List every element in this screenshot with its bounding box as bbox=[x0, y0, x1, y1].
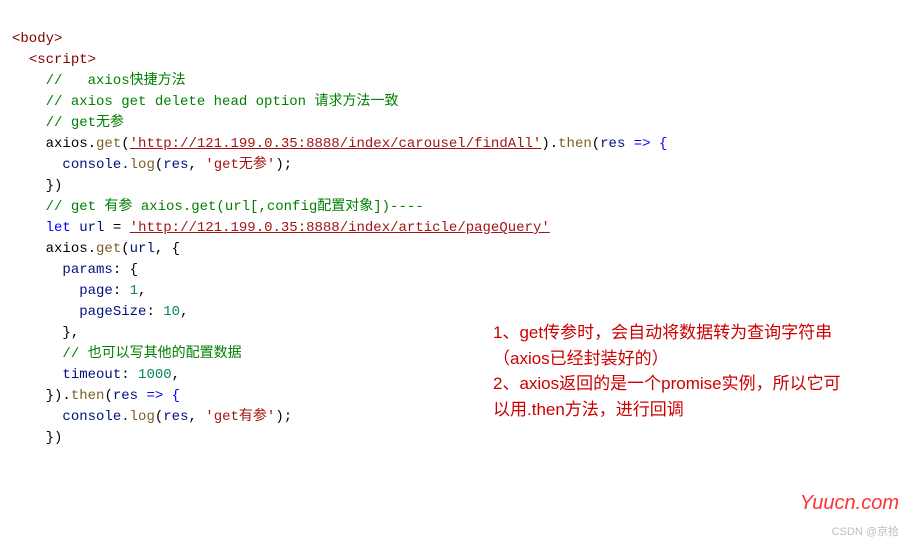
code-line: page: 1, bbox=[79, 283, 146, 299]
code-line: axios.get(url, { bbox=[46, 241, 180, 257]
annotation-line-1: 1、get传参时，会自动将数据转为查询字符串（axios已经封装好的） bbox=[493, 320, 853, 371]
comment-line: // get 有参 axios.get(url[,config配置对象])---… bbox=[46, 199, 424, 215]
annotation-line-2: 2、axios返回的是一个promise实例，所以它可以用.then方法，进行回… bbox=[493, 371, 853, 422]
comment-line: // axios快捷方法 bbox=[46, 73, 186, 89]
code-line: console.log(res, 'get无参'); bbox=[62, 157, 292, 173]
code-line: console.log(res, 'get有参'); bbox=[62, 409, 292, 425]
comment-line: // get无参 bbox=[46, 115, 124, 131]
code-line: }, bbox=[62, 325, 79, 341]
tag-script-open: <script> bbox=[29, 52, 96, 68]
watermark: Yuucn.com bbox=[800, 488, 899, 518]
comment-line: // axios get delete head option 请求方法一致 bbox=[46, 94, 399, 110]
code-line: timeout: 1000, bbox=[62, 367, 180, 383]
code-line: }).then(res => { bbox=[46, 388, 180, 404]
tag-body-open: <body> bbox=[12, 31, 62, 47]
code-line: pageSize: 10, bbox=[79, 304, 188, 320]
comment-line: // 也可以写其他的配置数据 bbox=[62, 346, 241, 362]
csdn-attribution: CSDN @京拾 bbox=[832, 524, 899, 541]
code-line: }) bbox=[46, 430, 63, 446]
code-line: let url = 'http://121.199.0.35:8888/inde… bbox=[46, 220, 550, 236]
code-line: }) bbox=[46, 178, 63, 194]
annotation-note: 1、get传参时，会自动将数据转为查询字符串（axios已经封装好的） 2、ax… bbox=[493, 320, 853, 422]
code-line: params: { bbox=[62, 262, 138, 278]
code-line: axios.get('http://121.199.0.35:8888/inde… bbox=[46, 136, 668, 152]
